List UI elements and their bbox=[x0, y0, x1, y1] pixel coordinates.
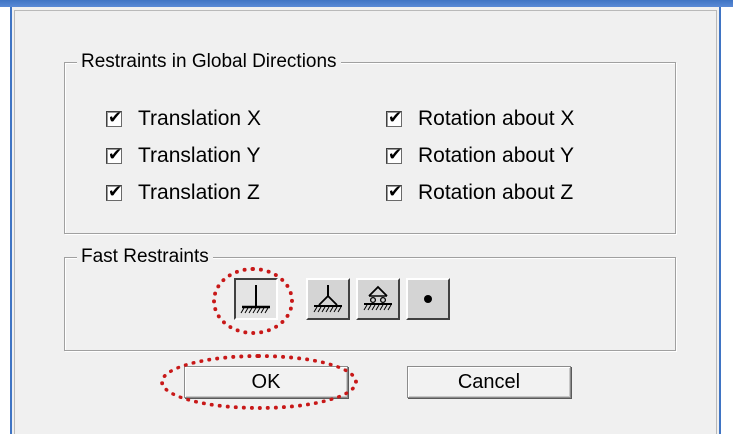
cancel-button[interactable]: Cancel bbox=[407, 366, 571, 398]
check-icon: ✔ bbox=[108, 145, 123, 165]
roller-support-icon bbox=[363, 285, 392, 311]
check-icon: ✔ bbox=[388, 108, 403, 128]
free-joint-icon bbox=[424, 295, 432, 303]
check-icon: ✔ bbox=[108, 108, 123, 128]
translation-y-label: Translation Y bbox=[138, 144, 261, 167]
fast-restraints-legend: Fast Restraints bbox=[77, 246, 213, 268]
rotation-x-label: Rotation about X bbox=[418, 107, 575, 130]
translation-y-checkbox[interactable]: ✔ Translation Y bbox=[106, 141, 261, 171]
pinned-support-icon bbox=[313, 285, 342, 313]
free-joint-button[interactable] bbox=[406, 278, 450, 320]
check-icon: ✔ bbox=[388, 182, 403, 202]
roller-support-button[interactable] bbox=[356, 278, 400, 320]
pinned-support-button[interactable] bbox=[306, 278, 350, 320]
checkbox-box[interactable]: ✔ bbox=[386, 182, 403, 202]
rotation-y-label: Rotation about Y bbox=[418, 144, 575, 167]
fixed-support-button[interactable] bbox=[234, 278, 278, 320]
translation-z-label: Translation Z bbox=[138, 181, 260, 204]
checkbox-box[interactable]: ✔ bbox=[386, 108, 403, 128]
translation-x-label: Translation X bbox=[138, 107, 261, 130]
fixed-support-icon bbox=[240, 285, 270, 314]
check-icon: ✔ bbox=[108, 182, 123, 202]
translation-x-checkbox[interactable]: ✔ Translation X bbox=[106, 104, 261, 134]
restraints-group-legend: Restraints in Global Directions bbox=[77, 51, 341, 73]
rotation-z-checkbox[interactable]: ✔ Rotation about Z bbox=[386, 178, 573, 208]
checkbox-box[interactable]: ✔ bbox=[106, 108, 123, 128]
window-title-bar bbox=[0, 0, 733, 7]
checkbox-box[interactable]: ✔ bbox=[106, 182, 123, 202]
ok-button[interactable]: OK bbox=[184, 366, 348, 398]
checkbox-box[interactable]: ✔ bbox=[386, 145, 403, 165]
rotation-z-label: Rotation about Z bbox=[418, 181, 574, 204]
translation-z-checkbox[interactable]: ✔ Translation Z bbox=[106, 178, 260, 208]
rotation-y-checkbox[interactable]: ✔ Rotation about Y bbox=[386, 141, 574, 171]
check-icon: ✔ bbox=[388, 145, 403, 165]
rotation-x-checkbox[interactable]: ✔ Rotation about X bbox=[386, 104, 574, 134]
checkbox-box[interactable]: ✔ bbox=[106, 145, 123, 165]
